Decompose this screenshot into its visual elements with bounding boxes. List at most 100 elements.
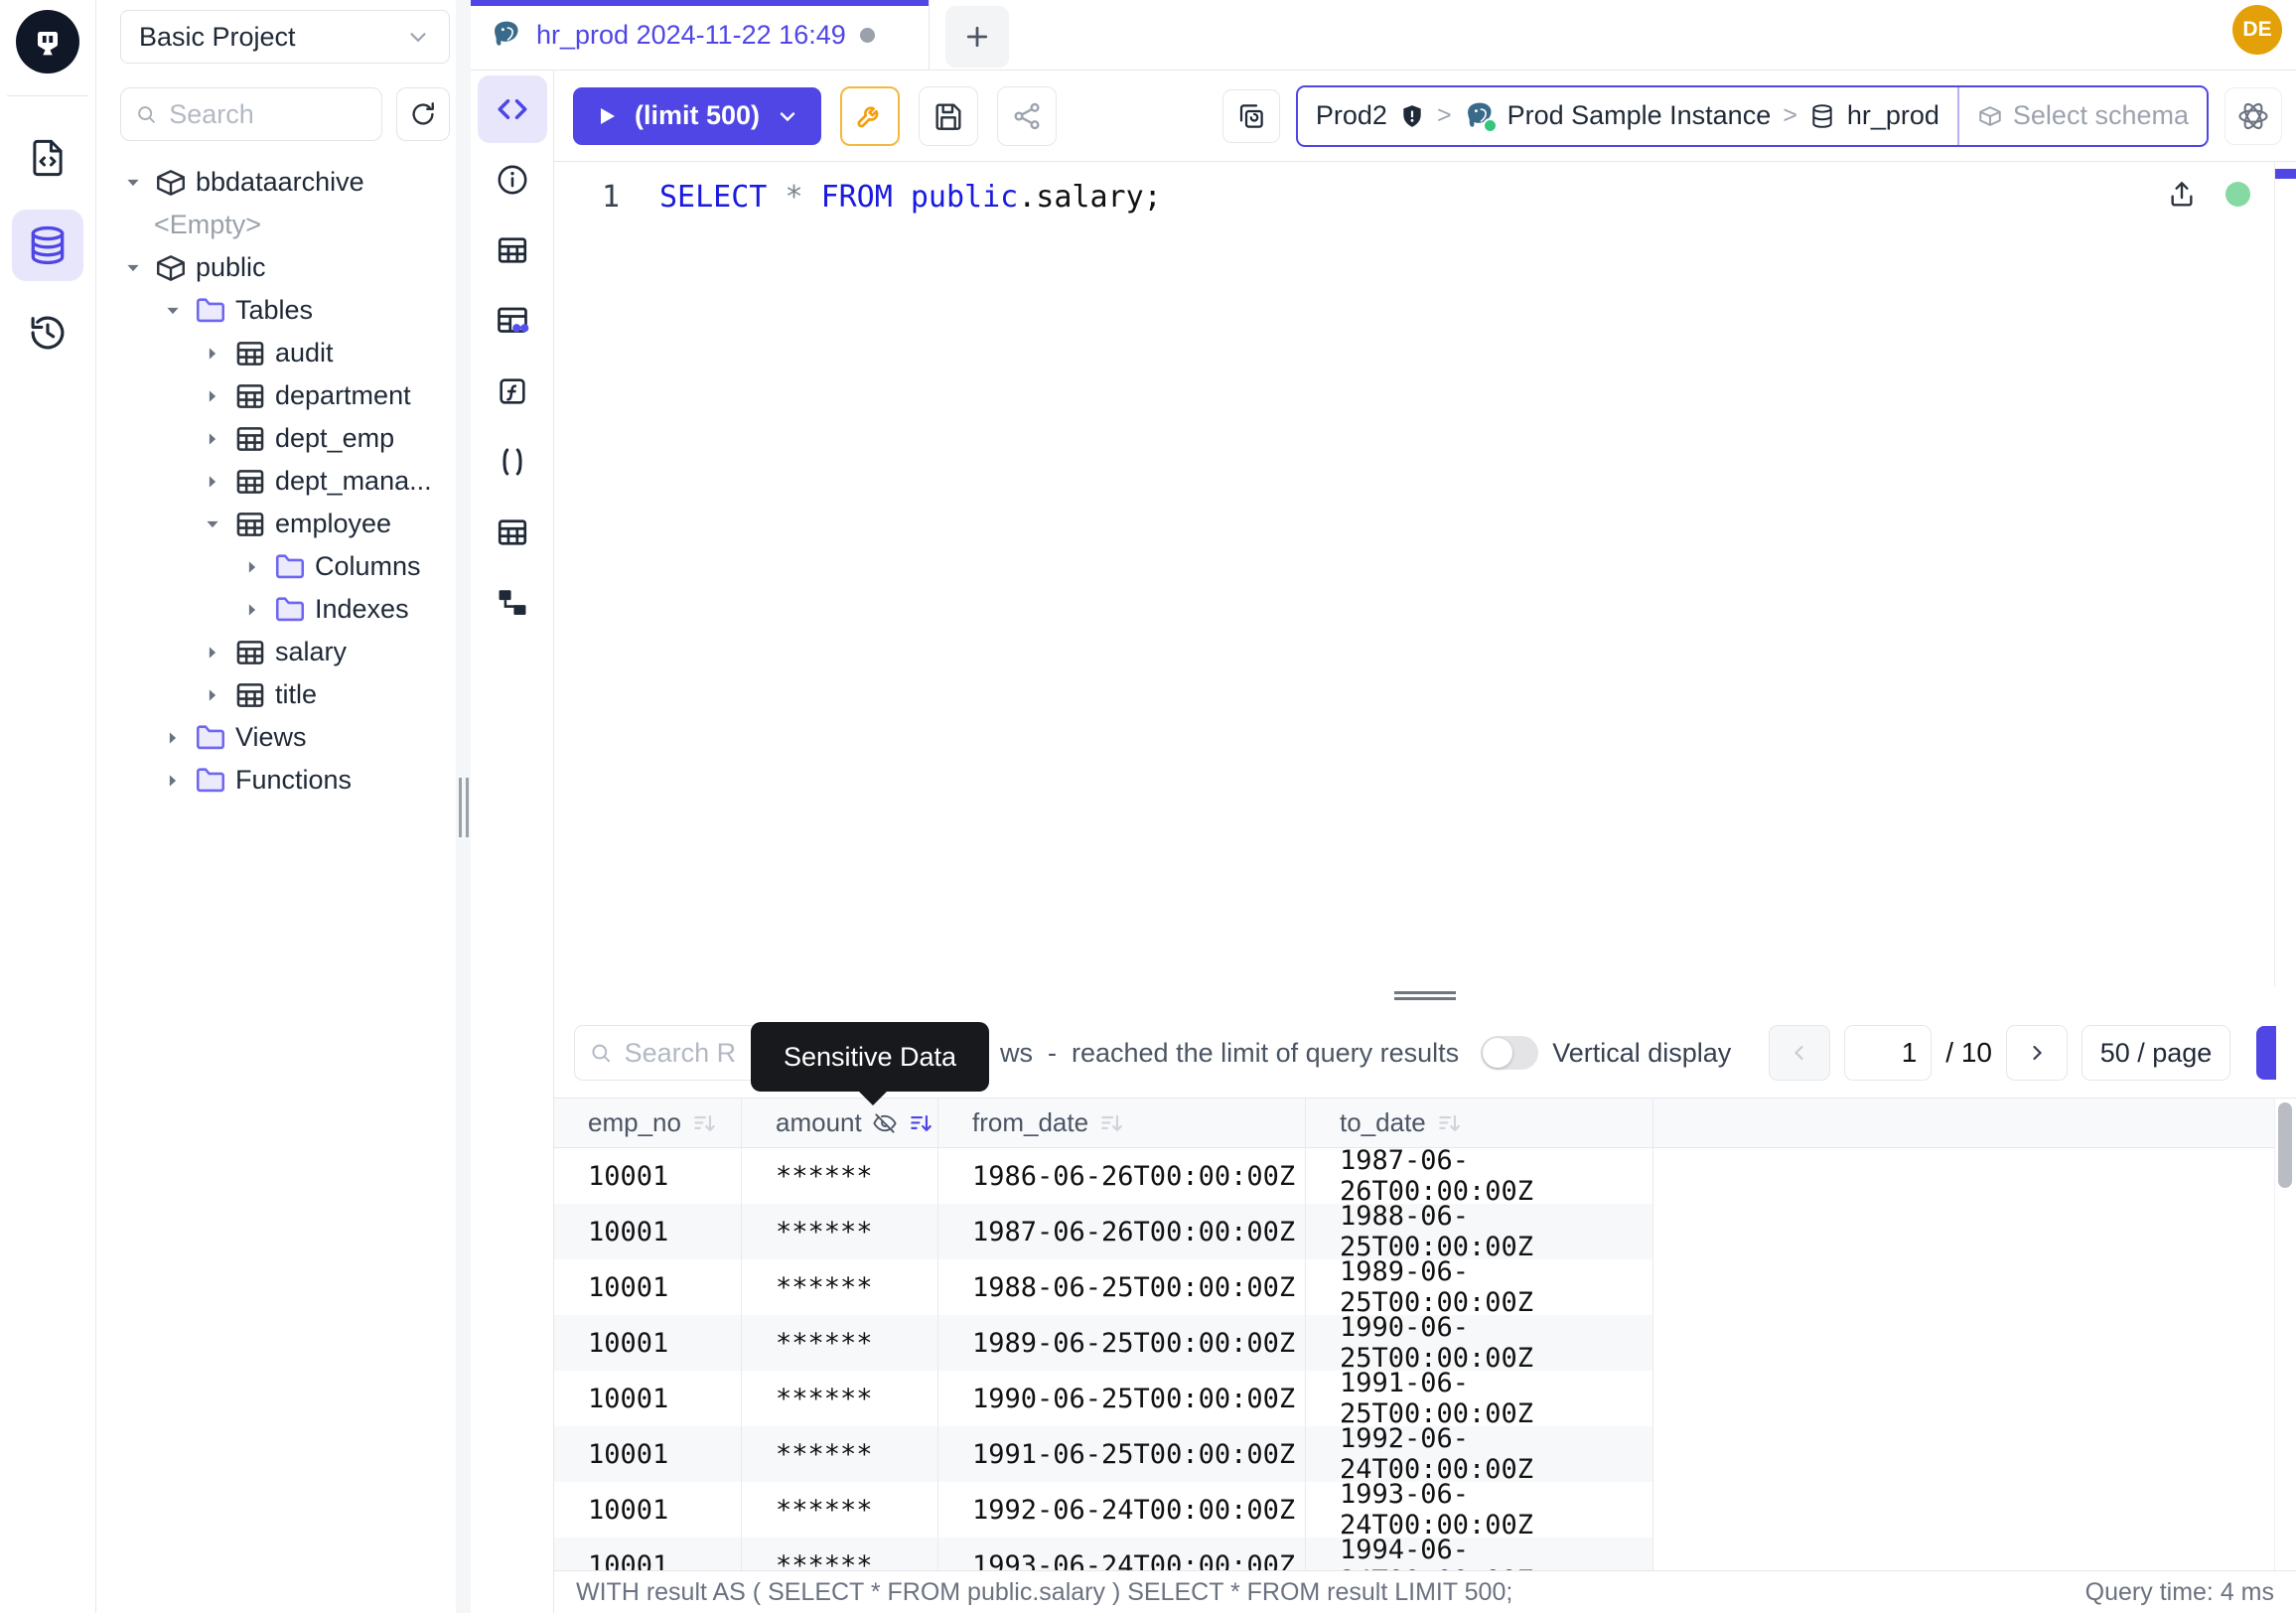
- cell-emp-no[interactable]: 10001: [554, 1426, 742, 1482]
- panel-resize-divider[interactable]: [554, 986, 2296, 1008]
- cell-from-date[interactable]: 1992-06-24T00:00:00Z: [938, 1482, 1306, 1538]
- caret-down-icon[interactable]: [160, 301, 186, 321]
- caret-right-icon[interactable]: [239, 557, 265, 577]
- cell-to-date[interactable]: 1992-06-24T00:00:00Z: [1306, 1426, 1653, 1482]
- tree-item-empty[interactable]: <Empty>: [120, 204, 450, 246]
- sensitive-data-panel-icon[interactable]: [478, 287, 547, 355]
- cell-to-date[interactable]: 1988-06-25T00:00:00Z: [1306, 1204, 1653, 1259]
- cell-amount[interactable]: ******: [742, 1148, 938, 1204]
- new-tab-button[interactable]: [945, 6, 1009, 68]
- cell-to-date[interactable]: 1987-06-26T00:00:00Z: [1306, 1148, 1653, 1204]
- caret-right-icon[interactable]: [200, 429, 225, 449]
- caret-right-icon[interactable]: [200, 643, 225, 662]
- tree-item-indexes[interactable]: Indexes: [120, 588, 450, 631]
- function-panel-icon[interactable]: [478, 358, 547, 425]
- cell-from-date[interactable]: 1991-06-25T00:00:00Z: [938, 1426, 1306, 1482]
- prev-page-button[interactable]: [1769, 1025, 1830, 1081]
- caret-right-icon[interactable]: [200, 685, 225, 705]
- cell-emp-no[interactable]: 10001: [554, 1371, 742, 1426]
- sort-icon[interactable]: [908, 1110, 933, 1136]
- vertical-display-toggle[interactable]: [1481, 1036, 1538, 1070]
- table-row[interactable]: 10001******1989-06-25T00:00:00Z1990-06-2…: [554, 1315, 2296, 1371]
- next-page-button[interactable]: [2006, 1025, 2068, 1081]
- export-button[interactable]: [2256, 1026, 2276, 1080]
- code-panel-icon[interactable]: [478, 75, 547, 143]
- tree-item-public[interactable]: public: [120, 246, 450, 289]
- tree-item-dept-emp[interactable]: dept_emp: [120, 417, 450, 460]
- scrollbar-thumb[interactable]: [2278, 1102, 2292, 1188]
- run-query-button[interactable]: (limit 500): [573, 87, 821, 145]
- refresh-schema-button[interactable]: [396, 87, 450, 141]
- info-panel-icon[interactable]: [478, 146, 547, 214]
- table-row[interactable]: 10001******1993-06-24T00:00:00Z1994-06-2…: [554, 1538, 2296, 1570]
- cell-emp-no[interactable]: 10001: [554, 1482, 742, 1538]
- column-header-amount[interactable]: amount: [742, 1099, 938, 1147]
- sort-icon[interactable]: [691, 1110, 717, 1136]
- table-row[interactable]: 10001******1991-06-25T00:00:00Z1992-06-2…: [554, 1426, 2296, 1482]
- ai-assistant-button[interactable]: [2224, 87, 2282, 145]
- worksheet-file-icon[interactable]: [12, 122, 83, 194]
- history-icon[interactable]: [12, 297, 83, 368]
- caret-right-icon[interactable]: [160, 728, 186, 748]
- tree-item-title[interactable]: title: [120, 673, 450, 716]
- tree-item-audit[interactable]: audit: [120, 332, 450, 374]
- tab-hr-prod[interactable]: hr_prod 2024-11-22 16:49: [471, 0, 930, 70]
- tree-item-tables[interactable]: Tables: [120, 289, 450, 332]
- tree-item-columns[interactable]: Columns: [120, 545, 450, 588]
- cell-emp-no[interactable]: 10001: [554, 1538, 742, 1570]
- user-avatar[interactable]: DE: [2232, 5, 2282, 55]
- save-button[interactable]: [919, 86, 978, 146]
- cell-amount[interactable]: ******: [742, 1371, 938, 1426]
- table-row[interactable]: 10001******1992-06-24T00:00:00Z1993-06-2…: [554, 1482, 2296, 1538]
- sort-icon[interactable]: [1436, 1110, 1462, 1136]
- tree-item-bbdataarchive[interactable]: bbdataarchive: [120, 161, 450, 204]
- tree-item-dept-mana[interactable]: dept_mana...: [120, 460, 450, 503]
- column-header-emp-no[interactable]: emp_no: [554, 1099, 742, 1147]
- project-selector[interactable]: Basic Project: [120, 10, 450, 64]
- table-panel-panel-icon[interactable]: [478, 217, 547, 284]
- page-size-select[interactable]: 50 / page: [2081, 1025, 2230, 1081]
- tree-item-employee[interactable]: employee: [120, 503, 450, 545]
- cell-to-date[interactable]: 1991-06-25T00:00:00Z: [1306, 1371, 1653, 1426]
- table-row[interactable]: 10001******1990-06-25T00:00:00Z1991-06-2…: [554, 1371, 2296, 1426]
- tree-item-views[interactable]: Views: [120, 716, 450, 759]
- caret-right-icon[interactable]: [239, 600, 265, 620]
- cell-from-date[interactable]: 1988-06-25T00:00:00Z: [938, 1259, 1306, 1315]
- procedure-panel-icon[interactable]: [478, 428, 547, 496]
- column-header-from-date[interactable]: from_date: [938, 1099, 1306, 1147]
- batch-query-button[interactable]: [1222, 89, 1280, 143]
- cell-from-date[interactable]: 1989-06-25T00:00:00Z: [938, 1315, 1306, 1371]
- results-scrollbar[interactable]: [2274, 1099, 2296, 1570]
- caret-right-icon[interactable]: [200, 472, 225, 492]
- sort-icon[interactable]: [1098, 1110, 1124, 1136]
- caret-down-icon[interactable]: [120, 173, 146, 193]
- cell-amount[interactable]: ******: [742, 1426, 938, 1482]
- table-row[interactable]: 10001******1988-06-25T00:00:00Z1989-06-2…: [554, 1259, 2296, 1315]
- cell-amount[interactable]: ******: [742, 1259, 938, 1315]
- share-button[interactable]: [997, 86, 1057, 146]
- external-table-panel-icon[interactable]: [478, 499, 547, 566]
- tree-item-functions[interactable]: Functions: [120, 759, 450, 802]
- table-row[interactable]: 10001******1986-06-26T00:00:00Z1987-06-2…: [554, 1148, 2296, 1204]
- tree-item-department[interactable]: department: [120, 374, 450, 417]
- cell-to-date[interactable]: 1989-06-25T00:00:00Z: [1306, 1259, 1653, 1315]
- cell-from-date[interactable]: 1990-06-25T00:00:00Z: [938, 1371, 1306, 1426]
- cell-amount[interactable]: ******: [742, 1204, 938, 1259]
- cell-emp-no[interactable]: 10001: [554, 1148, 742, 1204]
- format-sql-button[interactable]: [840, 86, 900, 146]
- table-row[interactable]: 10001******1987-06-26T00:00:00Z1988-06-2…: [554, 1204, 2296, 1259]
- database-icon[interactable]: [12, 210, 83, 281]
- sql-editor[interactable]: 1 SELECT * FROM public.salary;: [554, 162, 2296, 986]
- sidebar-search[interactable]: [120, 87, 382, 141]
- cell-from-date[interactable]: 1987-06-26T00:00:00Z: [938, 1204, 1306, 1259]
- cell-amount[interactable]: ******: [742, 1538, 938, 1570]
- cell-from-date[interactable]: 1986-06-26T00:00:00Z: [938, 1148, 1306, 1204]
- tree-item-salary[interactable]: salary: [120, 631, 450, 673]
- caret-down-icon[interactable]: [200, 514, 225, 534]
- connection-path[interactable]: Prod2 > Prod Sample Instance > hr_prod: [1298, 87, 1957, 145]
- sidebar-search-input[interactable]: [169, 99, 367, 130]
- caret-right-icon[interactable]: [200, 344, 225, 364]
- cell-to-date[interactable]: 1993-06-24T00:00:00Z: [1306, 1482, 1653, 1538]
- cell-emp-no[interactable]: 10001: [554, 1204, 742, 1259]
- caret-right-icon[interactable]: [200, 386, 225, 406]
